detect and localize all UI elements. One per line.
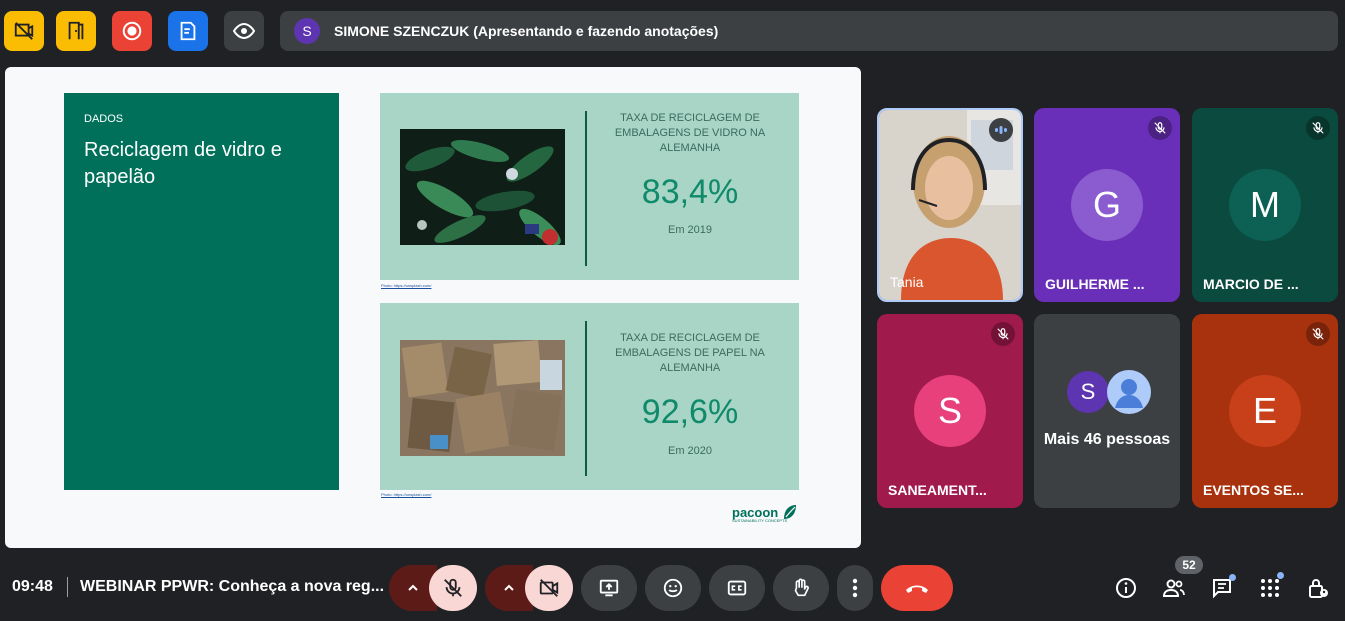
hang-up-icon [906,585,928,593]
camera-off-icon [539,579,559,597]
slide-tag: DADOS [84,113,124,125]
clock: 09:48 [12,578,53,595]
no-video-host-icon [14,22,34,40]
participant-avatar: S [914,375,986,447]
meeting-details-button[interactable] [1112,574,1140,602]
mic-off-icon [1312,328,1324,340]
mic-off-badge [991,322,1015,346]
mic-off-icon [444,578,462,597]
slide-title-panel: DADOS Reciclagem de vidro e papelão [64,93,339,490]
glass-rate: 83,4% [641,173,739,211]
participant-avatar: E [1229,375,1301,447]
participant-name: MARCIO DE ... [1203,276,1299,292]
panel-divider [585,111,587,266]
captions-button[interactable] [709,565,765,611]
notes-icon [180,21,196,41]
participant-avatar: G [1071,169,1143,241]
participant-avatar: S [1067,371,1109,413]
logo-subtitle: SUSTAINABILITY CONCEPTS [732,518,788,523]
glass-year: Em 2019 [667,224,713,236]
presenter-label: SIMONE SZENCZUK (Apresentando e fazendo … [334,23,719,39]
glass-source-link[interactable]: Photo: https://unsplash.com/ [381,283,431,288]
meeting-title: WEBINAR PPWR: Conheça a nova reg... [80,578,385,595]
more-options-button[interactable] [837,565,873,611]
door-icon [68,21,84,40]
emoji-icon [663,578,683,598]
panel-divider [585,321,587,476]
participant-avatar: M [1229,169,1301,241]
speaking-indicator [989,118,1013,142]
paper-caption: TAXA DE RECICLAGEM DE EMBALAGENS DE PAPE… [615,332,765,374]
glass-panel: TAXA DE RECICLAGEM DE EMBALAGENS DE VIDR… [380,93,799,280]
more-participants-tile[interactable]: S Mais 46 pessoas [1034,314,1180,508]
participant-name: GUILHERME ... [1045,276,1145,292]
participant-tile-eventos[interactable]: E EVENTOS SE... [1192,314,1338,508]
chevron-up-icon [504,584,514,591]
mic-off-icon [1312,122,1324,134]
view-button[interactable] [224,11,264,51]
paper-source-link[interactable]: Photo: https://unsplash.com/ [381,492,431,497]
cardboard-photo [400,340,565,456]
record-button[interactable] [112,11,152,51]
mic-off-badge [1306,322,1330,346]
chevron-up-icon [408,584,418,591]
apps-grid-icon [1261,579,1279,597]
captions-icon [727,580,747,596]
present-screen-button[interactable] [581,565,637,611]
participant-name: Tania [890,274,924,290]
people-icon [1162,579,1185,597]
slide-title: Reciclagem de vidro e papelão [84,139,282,188]
notes-button[interactable] [168,11,208,51]
eye-icon [232,22,256,40]
lock-person-icon [1309,579,1328,598]
more-participants-label: Mais 46 pessoas [1043,431,1171,448]
participant-tile-guilherme[interactable]: G GUILHERME ... [1034,108,1180,302]
present-icon [599,579,619,597]
presentation-slide: DADOS Reciclagem de vidro e papelão TAXA… [5,67,861,548]
hand-icon [794,578,809,597]
audio-levels-icon [995,126,1007,134]
more-vert-icon [852,578,858,598]
camera-toggle-button[interactable] [525,565,573,611]
participant-tile-tania[interactable]: Tania [877,108,1023,302]
mic-toggle-button[interactable] [429,565,477,611]
host-controls-button[interactable] [1304,574,1332,602]
breakout-rooms-button[interactable] [56,11,96,51]
record-icon [122,21,142,41]
people-button[interactable] [1160,574,1188,602]
glass-bottles-photo [400,129,565,245]
participant-name: EVENTOS SE... [1203,482,1304,498]
leave-call-button[interactable] [881,565,953,611]
mic-off-badge [1306,116,1330,140]
pacoon-logo: pacoon SUSTAINABILITY CONCEPTS [732,503,798,523]
mic-off-badge [1148,116,1172,140]
participant-tile-saneamento[interactable]: S SANEAMENT... [877,314,1023,508]
reactions-button[interactable] [645,565,701,611]
chat-button[interactable] [1208,574,1236,602]
paper-year: Em 2020 [667,445,713,457]
participant-name: SANEAMENT... [888,482,987,498]
paper-panel: TAXA DE RECICLAGEM DE EMBALAGENS DE PAPE… [380,303,799,490]
info-icon [1116,578,1136,598]
paper-rate: 92,6% [641,393,739,431]
presenter-avatar: S [294,18,320,44]
participant-tile-marcio[interactable]: M MARCIO DE ... [1192,108,1338,302]
mic-off-icon [1154,122,1166,134]
raise-hand-button[interactable] [773,565,829,611]
activities-notification-dot [1277,572,1284,579]
host-video-lock-button[interactable] [4,11,44,51]
activities-button[interactable] [1256,572,1284,602]
presenter-bar: S SIMONE SZENCZUK (Apresentando e fazend… [280,11,1338,51]
people-count-badge: 52 [1175,556,1203,574]
user-avatar-icon [1107,370,1151,414]
glass-caption: TAXA DE RECICLAGEM DE EMBALAGENS DE VIDR… [614,112,766,154]
divider [67,577,68,597]
mic-off-icon [997,328,1009,340]
chat-notification-dot [1229,574,1236,581]
